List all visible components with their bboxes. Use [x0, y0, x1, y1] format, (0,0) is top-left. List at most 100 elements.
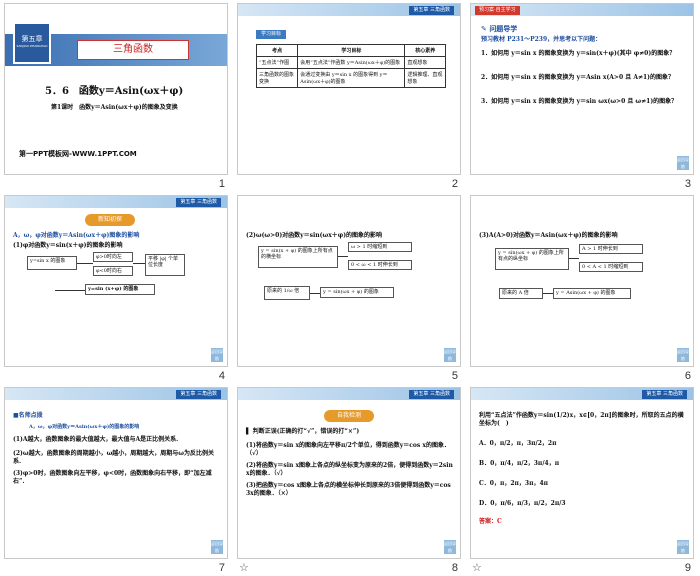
objectives-header: 学习目标	[256, 30, 286, 39]
influence-title: A，ω，φ对函数y＝Asin(ωx＋φ)图象的影响	[13, 232, 140, 239]
slide-number: 3	[684, 178, 691, 190]
flow-result: y = sin(ωx + φ) 的图象	[320, 287, 394, 298]
flow-scale: 原来的 A 倍	[499, 288, 543, 299]
slide-thumb-2[interactable]: 第五章 三角函数 学习目标 考点 学习目标 核心素养 “五点法”作图 会用“五点…	[233, 0, 466, 192]
chapter-ribbon: 第五章 三角函数	[409, 390, 454, 399]
slide-number: 7	[218, 562, 225, 574]
slide-1: 第五章 SANJIAO ZHANGHAO 三角函数 5．6 函数y＝Asin(ω…	[4, 3, 228, 175]
slide-2: 第五章 三角函数 学习目标 考点 学习目标 核心素养 “五点法”作图 会用“五点…	[237, 3, 461, 175]
tips-heading: ■名师点拨	[13, 412, 43, 419]
return-button[interactable]: 返回导航	[677, 348, 689, 362]
animation-star-icon: ☆	[472, 561, 482, 574]
option-c: C．0，π，2π，3π，4π	[479, 480, 549, 487]
table-row: “五点法”作图 会用“五点法”作函数 y＝Asin(ωx＋φ)的图象 直观想象	[255, 56, 446, 69]
slide-9: 第五章 三角函数 利用“五点法”作函数y＝sin(1/2)x，x∈[0，2π]的…	[470, 387, 694, 559]
slide-thumb-9[interactable]: 第五章 三角函数 利用“五点法”作函数y＝sin(1/2)x，x∈[0，2π]的…	[466, 384, 699, 576]
slide-thumb-1[interactable]: 第五章 SANJIAO ZHANGHAO 三角函数 5．6 函数y＝Asin(ω…	[0, 0, 233, 192]
return-button[interactable]: 返回导航	[211, 540, 223, 554]
judge-item-2: (2)将函数y＝sin x图象上各点的纵坐标变为原来的2倍，便得到函数y＝2si…	[246, 462, 453, 477]
flow-result: y=sin (x+φ) 的图象	[85, 284, 155, 295]
question-2: 2．如何用 y＝sin x 的图象变换为 y＝Asin x(A>0 且 A≠1)…	[481, 74, 675, 81]
flow-start: y = sin(ωx + φ) 的图象上所有点的纵坐标	[495, 248, 569, 270]
table-cell: “五点法”作图	[255, 56, 299, 69]
slide-8: 第五章 三角函数 自我检测 ▌ 判断正误(正确的打“√”，错误的打“×”) (1…	[237, 387, 461, 559]
section-heading: ✎ 问题导学	[481, 24, 517, 34]
slide-grid: 第五章 SANJIAO ZHANGHAO 三角函数 5．6 函数y＝Asin(ω…	[0, 0, 700, 576]
flow-right: φ<0时向右	[93, 266, 133, 276]
judge-item-1: (1)将函数y＝sin x的图象向左平移π/2个单位，得到函数y＝cos x的图…	[246, 442, 450, 457]
chapter-ribbon: 第五章 三角函数	[642, 390, 687, 399]
question-3: 3．如何用 y＝sin x 的图象变换为 y＝sin ωx(ω>0 且 ω≠1)…	[481, 98, 678, 105]
footer-site: 第一PPT模板网-WWW.1PPT.COM	[19, 150, 137, 158]
table-cell: 直观想象	[404, 56, 446, 69]
slide-7: 第五章 三角函数 ■名师点拨 A，ω，φ对函数y＝Asin(ωx＋φ)的图象的影…	[4, 387, 228, 559]
objectives-table: 考点 学习目标 核心素养 “五点法”作图 会用“五点法”作函数 y＝Asin(ω…	[255, 44, 446, 88]
flow-arrow	[77, 263, 93, 264]
table-header-row: 考点 学习目标 核心素养	[255, 44, 446, 57]
col-header: 学习目标	[297, 44, 406, 57]
answer: 答案：C	[479, 518, 502, 525]
return-button[interactable]: 返回导航	[444, 348, 456, 362]
tips-title: A，ω，φ对函数y＝Asin(ωx＋φ)的图象的影响	[29, 424, 140, 430]
judge-heading-label: 判断正误(正确的打“√”，错误的打“×”)	[252, 428, 360, 435]
slide-thumb-6[interactable]: (3)A(A>0)对函数y＝Asin(ωx＋φ)的图象的影响 y = sin(ω…	[466, 192, 699, 384]
judge-item-3: (3)把函数y＝cos x图象上各点的横坐标伸长到原来的3倍便得到函数y＝cos…	[246, 482, 451, 497]
question-stem: 利用“五点法”作函数y＝sin(1/2)x，x∈[0，2π]的图象时，所取的五点…	[479, 412, 684, 427]
flow-left: φ>0时向左	[93, 252, 133, 262]
return-button[interactable]: 返回导航	[677, 540, 689, 554]
animation-star-icon: ☆	[239, 561, 249, 574]
option-b: B．0，π/4，π/2，3π/4，π	[479, 460, 560, 467]
tip-2: (2)ω越大，函数图象的周期越小，ω越小，周期越大，周期与ω为反比例关系.	[13, 450, 214, 465]
flow-lower: 0 < A < 1 时缩短到	[579, 262, 643, 272]
slide-thumb-8[interactable]: 第五章 三角函数 自我检测 ▌ 判断正误(正确的打“√”，错误的打“×”) (1…	[233, 384, 466, 576]
flow-shift: 平移 |φ| 个单位长度	[145, 254, 185, 276]
chapter-badge: 第五章 SANJIAO ZHANGHAO	[13, 22, 51, 64]
chapter-title: 三角函数	[77, 40, 189, 60]
omega-title: (2)ω(ω>0)对函数y＝sin(ωx＋φ)的图象的影响	[246, 232, 383, 239]
chapter-ribbon: 第五章 三角函数	[176, 198, 221, 207]
slide-thumb-4[interactable]: 第五章 三角函数 新知初探 A，ω，φ对函数y＝Asin(ωx＋φ)图象的影响 …	[0, 192, 233, 384]
slide-number: 5	[451, 370, 458, 382]
return-button[interactable]: 返回导航	[211, 348, 223, 362]
tip-1: (1)A越大，函数图象的最大值越大，最大值与A是正比例关系.	[13, 436, 179, 443]
chapter-ribbon: 第五章 三角函数	[176, 390, 221, 399]
table-cell: 会通过变换由 y＝sin x 的图象得到 y＝Asin(ωx＋φ)的图象	[297, 68, 406, 88]
slide-number: 9	[684, 562, 691, 574]
slide-thumb-5[interactable]: (2)ω(ω>0)对函数y＝sin(ωx＋φ)的图象的影响 y = sin(x …	[233, 192, 466, 384]
section-heading-label: 问题导学	[489, 25, 518, 33]
slide-6: (3)A(A>0)对函数y＝Asin(ωx＋φ)的图象的影响 y = sin(ω…	[470, 195, 694, 367]
slide-thumb-7[interactable]: 第五章 三角函数 ■名师点拨 A，ω，φ对函数y＝Asin(ωx＋φ)的图象的影…	[0, 384, 233, 576]
bullet-icon: ▌	[246, 428, 251, 435]
a-title: (3)A(A>0)对函数y＝Asin(ωx＋φ)的图象的影响	[479, 232, 618, 239]
col-header: 核心素养	[404, 44, 446, 57]
flow-arrow	[569, 258, 579, 259]
flow-lower: 0 < ω < 1 时伸长到	[348, 260, 412, 270]
slide-3: 预习案·自主学习 ✎ 问题导学 预习教材 P231～P239，并思考以下问题： …	[470, 3, 694, 175]
flow-arrow	[55, 290, 85, 291]
preview-tab: 预习案·自主学习	[475, 6, 520, 15]
slide-4: 第五章 三角函数 新知初探 A，ω，φ对函数y＝Asin(ωx＋φ)图象的影响 …	[4, 195, 228, 367]
slide-number: 2	[451, 178, 458, 190]
flow-start: y = sin(x + φ) 的图象上所有点的横坐标	[258, 246, 338, 268]
slide-5: (2)ω(ω>0)对函数y＝sin(ωx＋φ)的图象的影响 y = sin(x …	[237, 195, 461, 367]
flow-arrow	[310, 293, 320, 294]
slide-number: 8	[451, 562, 458, 574]
flow-upper: ω > 1 时缩短到	[348, 242, 412, 252]
preview-intro: 预习教材 P231～P239，并思考以下问题：	[481, 36, 602, 43]
table-row: 三角函数的图象变换 会通过变换由 y＝sin x 的图象得到 y＝Asin(ωx…	[255, 68, 446, 88]
return-button[interactable]: 返回导航	[677, 156, 689, 170]
table-cell: 逻辑推理、直观想象	[404, 68, 446, 88]
chapter-badge-sub: SANJIAO ZHANGHAO	[16, 44, 48, 48]
option-a: A．0，π/2，π，3π/2，2π	[479, 440, 557, 447]
flow-result: y = Asin(ωx + φ) 的图象	[553, 288, 631, 299]
flow-scale: 原来的 1/ω 倍	[264, 286, 310, 300]
return-button[interactable]: 返回导航	[444, 540, 456, 554]
flow-arrow	[543, 293, 553, 294]
slide-thumb-3[interactable]: 预习案·自主学习 ✎ 问题导学 预习教材 P231～P239，并思考以下问题： …	[466, 0, 699, 192]
table-cell: 三角函数的图象变换	[255, 68, 299, 88]
section-title: 5．6 函数y＝Asin(ωx＋φ)	[45, 86, 184, 97]
phi-subtitle: (1)φ对函数y＝sin(x＋φ)的图象的影响	[13, 242, 123, 249]
slide-number: 6	[684, 370, 691, 382]
tip-3: (3)φ>0时，函数图象向左平移，φ<0时，函数图象向右平移，即“加左减右”.	[13, 470, 212, 485]
question-icon: ✎	[481, 25, 487, 33]
